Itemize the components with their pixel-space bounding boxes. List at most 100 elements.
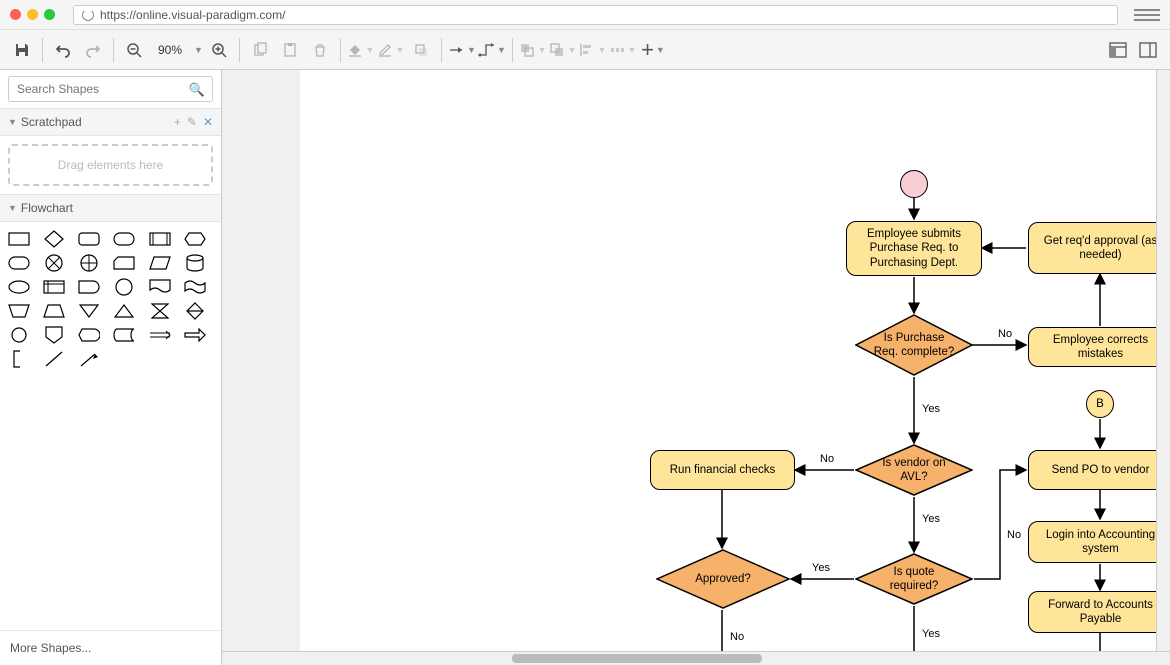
scratchpad-title: Scratchpad (21, 115, 82, 129)
shape-plus-circle[interactable] (78, 254, 100, 272)
shape[interactable] (8, 278, 30, 296)
to-front-button[interactable]: ▼ (519, 36, 547, 64)
zoom-out-button[interactable] (120, 36, 148, 64)
close-icon[interactable]: ✕ (203, 115, 213, 129)
fill-color-button[interactable]: ▼ (347, 36, 375, 64)
process-correct-mistakes[interactable]: Employee corrects mistakes (1028, 327, 1170, 367)
shape-manual-op[interactable] (8, 302, 30, 320)
url-bar[interactable]: https://online.visual-paradigm.com/ (73, 5, 1118, 25)
horizontal-scrollbar[interactable] (222, 651, 1170, 665)
distribute-button[interactable]: ▼ (609, 36, 637, 64)
shape-offpage[interactable] (43, 326, 65, 344)
sidebar: 🔍 ▼ Scratchpad + ✎ ✕ Drag elements here … (0, 70, 222, 665)
maximize-dot[interactable] (44, 9, 55, 20)
flowchart-header[interactable]: ▼ Flowchart (0, 194, 221, 222)
add-icon[interactable]: + (174, 115, 181, 129)
window-controls (10, 9, 55, 20)
minimize-dot[interactable] (27, 9, 38, 20)
zoom-level[interactable]: 90% (150, 43, 190, 57)
shape-tape[interactable] (184, 278, 206, 296)
canvas[interactable]: Employee submits Purchase Req. to Purcha… (300, 70, 1170, 665)
shape-trapezoid[interactable] (43, 302, 65, 320)
label-no: No (1007, 529, 1021, 541)
redo-button[interactable] (79, 36, 107, 64)
outline-panel-button[interactable] (1134, 36, 1162, 64)
shape-arrow-line[interactable] (78, 350, 100, 368)
format-panel-button[interactable] (1104, 36, 1132, 64)
scratchpad-drop-zone[interactable]: Drag elements here (8, 144, 213, 186)
shape-merge[interactable] (78, 302, 100, 320)
collapse-icon: ▼ (8, 117, 17, 127)
label-yes: Yes (922, 628, 940, 640)
process-financial-checks[interactable]: Run financial checks (650, 450, 795, 490)
connection-button[interactable]: ▼ (448, 36, 476, 64)
shape-cylinder[interactable] (184, 254, 206, 272)
decision-quote[interactable]: Is quote required? (855, 553, 973, 605)
shape-parallelogram[interactable] (149, 254, 171, 272)
shape-stored-data[interactable] (113, 326, 135, 344)
process-get-approval[interactable]: Get req'd approval (as needed) (1028, 222, 1170, 274)
delete-button[interactable] (306, 36, 334, 64)
reload-icon[interactable] (82, 9, 94, 21)
decision-avl[interactable]: Is vendor on AVL? (855, 444, 973, 496)
collapse-icon: ▼ (8, 203, 17, 213)
paste-button[interactable] (276, 36, 304, 64)
to-back-button[interactable]: ▼ (549, 36, 577, 64)
shape-extract[interactable] (113, 302, 135, 320)
shape-collate[interactable] (149, 302, 171, 320)
process-forward-ap[interactable]: Forward to Accounts Payable (1028, 591, 1170, 633)
more-shapes-button[interactable]: More Shapes... (0, 630, 221, 665)
shape-rounded-rect[interactable] (78, 230, 100, 248)
scrollbar-thumb[interactable] (512, 654, 762, 663)
line-color-button[interactable]: ▼ (377, 36, 405, 64)
undo-button[interactable] (49, 36, 77, 64)
shape-annotation[interactable] (8, 350, 30, 368)
waypoints-button[interactable]: ▼ (478, 36, 506, 64)
shape-connector[interactable] (8, 326, 30, 344)
decision-approved[interactable]: Approved? (656, 549, 790, 609)
process-login-accounting[interactable]: Login into Accounting system (1028, 521, 1170, 563)
shape-card[interactable] (113, 254, 135, 272)
toolbar: 90% ▼ ▼ ▼ ▼ ▼ ▼ ▼ ▼ ▼ +▼ (0, 30, 1170, 70)
menu-icon[interactable] (1134, 5, 1160, 25)
edit-icon[interactable]: ✎ (187, 115, 197, 129)
close-dot[interactable] (10, 9, 21, 20)
shape-subroutine[interactable] (149, 230, 171, 248)
scratchpad-header[interactable]: ▼ Scratchpad + ✎ ✕ (0, 108, 221, 136)
shape-delay[interactable] (78, 278, 100, 296)
decision-complete[interactable]: Is Purchase Req. complete? (855, 314, 973, 376)
shape-display[interactable] (78, 326, 100, 344)
connector-b[interactable]: B (1086, 390, 1114, 418)
shape-hexagon[interactable] (184, 230, 206, 248)
zoom-dropdown-icon[interactable]: ▼ (194, 45, 203, 55)
save-button[interactable] (8, 36, 36, 64)
align-button[interactable]: ▼ (579, 36, 607, 64)
shape-internal-storage[interactable] (43, 278, 65, 296)
search-icon[interactable]: 🔍 (189, 82, 205, 98)
shape-palette (0, 222, 221, 376)
shape-arrow[interactable] (184, 326, 206, 344)
search-input[interactable] (8, 76, 213, 102)
zoom-in-button[interactable] (205, 36, 233, 64)
process-send-po[interactable]: Send PO to vendor (1028, 450, 1170, 490)
shape-line[interactable] (43, 350, 65, 368)
flowchart-title: Flowchart (21, 201, 73, 215)
add-button[interactable]: +▼ (639, 36, 667, 64)
start-node[interactable] (900, 170, 928, 198)
shape-stadium[interactable] (113, 230, 135, 248)
shape-terminator[interactable] (8, 254, 30, 272)
shadow-button[interactable] (407, 36, 435, 64)
shape-sort[interactable] (184, 302, 206, 320)
url-text: https://online.visual-paradigm.com/ (100, 8, 285, 22)
shape-circle[interactable] (113, 278, 135, 296)
shape-diamond[interactable] (43, 230, 65, 248)
label-no: No (820, 453, 834, 465)
canvas-area[interactable]: Employee submits Purchase Req. to Purcha… (222, 70, 1170, 665)
vertical-scrollbar[interactable] (1156, 70, 1170, 651)
copy-button[interactable] (246, 36, 274, 64)
shape-document[interactable] (149, 278, 171, 296)
shape-rectangle[interactable] (8, 230, 30, 248)
shape-transfer[interactable] (149, 326, 171, 344)
process-submit-req[interactable]: Employee submits Purchase Req. to Purcha… (846, 221, 982, 276)
shape-crossed-circle[interactable] (43, 254, 65, 272)
